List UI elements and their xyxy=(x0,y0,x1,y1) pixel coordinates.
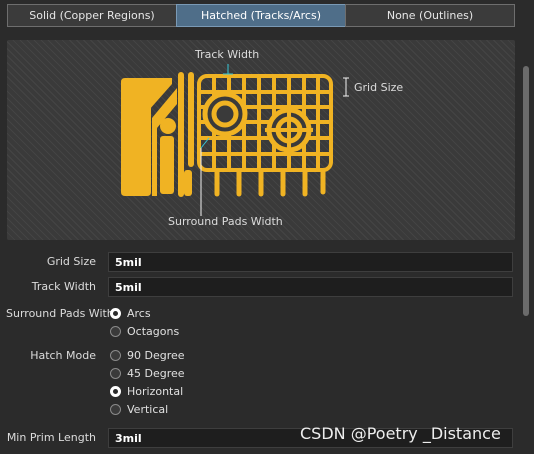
hatch-mode-label: Hatch Mode xyxy=(30,349,96,362)
grid-size-input[interactable]: 5mil xyxy=(108,252,513,272)
track-width-caption: Track Width xyxy=(195,48,260,61)
vertical-scrollbar[interactable] xyxy=(520,0,534,454)
radio-octagons-indicator xyxy=(110,326,121,337)
track-width-input[interactable]: 5mil xyxy=(108,277,513,297)
radio-45-degree-label: 45 Degree xyxy=(127,367,185,380)
hatch-preview-panel: Track Width Grid Size Surround Pads Widt… xyxy=(7,40,515,240)
min-prim-length-label: Min Prim Length xyxy=(6,431,96,444)
hatched-polygon-illustration xyxy=(121,64,349,216)
radio-90-degree[interactable]: 90 Degree xyxy=(110,349,185,362)
radio-octagons-label: Octagons xyxy=(127,325,180,338)
scrollbar-thumb[interactable] xyxy=(523,66,529,316)
grid-size-caption: Grid Size xyxy=(354,81,404,94)
tab-solid-copper-regions[interactable]: Solid (Copper Regions) xyxy=(7,4,177,27)
surround-pads-width-caption: Surround Pads Width xyxy=(168,215,283,228)
radio-vertical[interactable]: Vertical xyxy=(110,403,168,416)
radio-octagons[interactable]: Octagons xyxy=(110,325,179,338)
radio-horizontal-label: Horizontal xyxy=(127,385,184,398)
radio-arcs-label: Arcs xyxy=(127,307,151,320)
radio-vertical-indicator xyxy=(110,404,121,415)
fill-mode-tabs: Solid (Copper Regions) Hatched (Tracks/A… xyxy=(7,4,515,27)
radio-vertical-label: Vertical xyxy=(127,403,169,416)
surround-pads-label: Surround Pads With xyxy=(6,307,114,320)
grid-size-label: Grid Size xyxy=(46,255,96,268)
watermark-text: CSDN @Poetry _Distance xyxy=(300,424,501,443)
radio-horizontal-indicator xyxy=(110,386,121,397)
tab-none-outlines[interactable]: None (Outlines) xyxy=(345,4,515,27)
radio-90-degree-indicator xyxy=(110,350,121,361)
radio-horizontal[interactable]: Horizontal xyxy=(110,385,183,398)
radio-arcs[interactable]: Arcs xyxy=(110,307,151,320)
track-width-label: Track Width xyxy=(31,280,96,293)
radio-arcs-indicator xyxy=(110,308,121,319)
radio-45-degree-indicator xyxy=(110,368,121,379)
radio-45-degree[interactable]: 45 Degree xyxy=(110,367,185,380)
radio-90-degree-label: 90 Degree xyxy=(127,349,185,362)
tab-hatched-tracks-arcs[interactable]: Hatched (Tracks/Arcs) xyxy=(176,4,346,27)
